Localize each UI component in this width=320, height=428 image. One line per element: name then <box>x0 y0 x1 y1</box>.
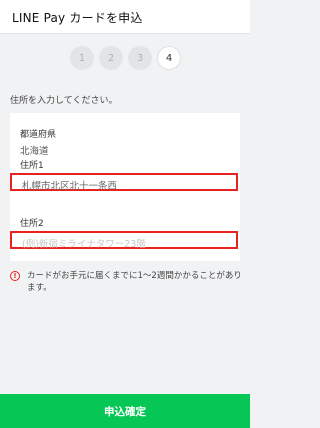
address2-placeholder[interactable]: (例)新宿ミライナタワー23階 <box>22 236 146 250</box>
alert-icon: ! <box>10 271 20 281</box>
address1-value[interactable]: 札幌市北区北十一条西 <box>22 178 117 192</box>
page-title: LINE Pay カードを申込 <box>12 11 143 25</box>
address2-field[interactable]: (例)新宿ミライナタワー23階 <box>10 231 238 250</box>
address2-label: 住所2 <box>20 219 44 229</box>
prefecture-value[interactable]: 北海道 <box>20 143 49 157</box>
address1-label: 住所1 <box>20 161 44 171</box>
step-3: 3 <box>128 46 152 70</box>
app-header: LINE Pay カードを申込 <box>0 0 250 34</box>
step-1: 1 <box>70 46 94 70</box>
step-indicator: 1 2 3 4 <box>0 34 250 82</box>
instruction-text: 住所を入力してください。 <box>10 96 118 106</box>
submit-button[interactable]: 申込確定 <box>0 394 250 428</box>
address1-field[interactable]: 札幌市北区北十一条西 <box>10 173 238 192</box>
notice-text: カードがお手元に届くまでに1〜2週間かかることがあります。 <box>27 271 242 293</box>
prefecture-label: 都道府県 <box>20 130 57 140</box>
step-4-current: 4 <box>157 46 181 70</box>
step-2: 2 <box>99 46 123 70</box>
